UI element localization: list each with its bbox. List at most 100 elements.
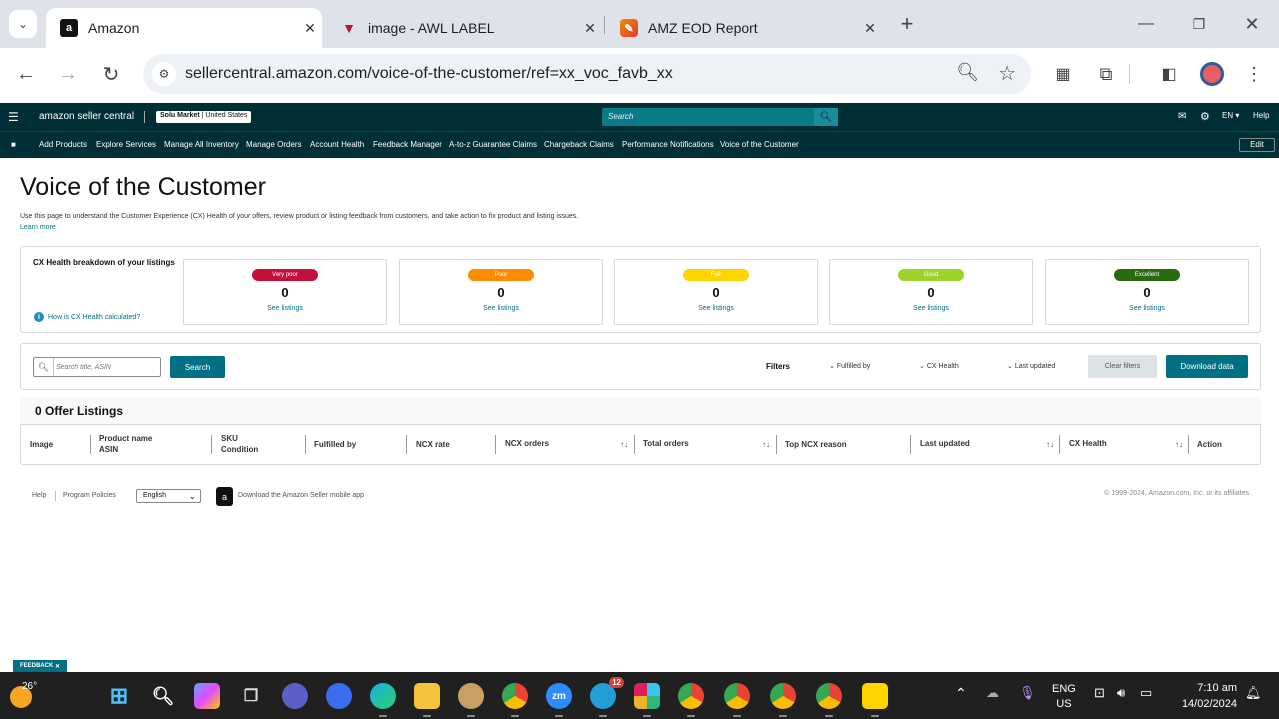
download-data-button[interactable]: Download data: [1166, 355, 1248, 378]
seller-central-logo[interactable]: amazon seller central: [39, 111, 134, 122]
zoom-app-icon[interactable]: zm: [546, 683, 572, 717]
nav-feedback-manager[interactable]: Feedback Manager: [373, 140, 442, 149]
file-explorer-icon[interactable]: [414, 683, 440, 717]
chrome-profile-icon[interactable]: [816, 683, 842, 717]
chrome-profile-icon[interactable]: [724, 683, 750, 717]
settings-gear-icon[interactable]: ⚙: [1200, 110, 1210, 123]
program-policies-link[interactable]: Program Policies: [63, 492, 116, 499]
listing-search-field[interactable]: 🔍︎: [33, 357, 161, 377]
nav-explore-services[interactable]: Explore Services: [96, 140, 156, 149]
cx-health-info-link[interactable]: i How is CX Health calculated?: [34, 312, 140, 322]
qr-code-icon[interactable]: ▦: [1049, 60, 1077, 88]
tray-overflow-icon[interactable]: ⌃: [955, 685, 967, 702]
taskbar-search-icon[interactable]: 🔍︎: [150, 683, 176, 709]
help-link[interactable]: Help: [1253, 111, 1269, 120]
col-last-updated[interactable]: Last updated: [920, 438, 970, 449]
window-close-icon[interactable]: ✕: [1238, 10, 1266, 38]
teams-icon[interactable]: [282, 683, 308, 709]
seller-central-search[interactable]: Search 🔍︎: [602, 108, 838, 126]
minimize-icon[interactable]: —: [1132, 10, 1160, 38]
sort-icon[interactable]: ↑↓: [762, 440, 770, 449]
profile-avatar[interactable]: [1198, 60, 1226, 88]
slack-icon[interactable]: [634, 683, 660, 717]
footer-language-select[interactable]: English ⌄: [136, 489, 201, 503]
battery-icon[interactable]: ▭: [1140, 685, 1152, 701]
network-icon[interactable]: ⊡: [1094, 685, 1105, 701]
col-cx-health[interactable]: CX Health: [1069, 438, 1107, 449]
chrome-icon[interactable]: [502, 683, 528, 717]
forward-icon[interactable]: →: [54, 60, 82, 88]
nav-performance-notifications[interactable]: Performance Notifications: [622, 140, 714, 149]
see-listings-link[interactable]: See listings: [400, 305, 602, 312]
tab-awl-label[interactable]: ▼ image - AWL LABEL ✕: [326, 8, 602, 48]
filter-last-updated[interactable]: ⌄ Last updated: [1007, 362, 1055, 370]
site-info-icon[interactable]: ⚙: [152, 62, 176, 86]
close-tab-icon[interactable]: ✕: [298, 20, 322, 37]
clear-filters-button[interactable]: Clear filters: [1088, 355, 1157, 378]
nav-add-products[interactable]: Add Products: [39, 140, 87, 149]
copilot-icon[interactable]: [194, 683, 220, 709]
col-ncx-orders[interactable]: NCX orders: [505, 438, 549, 449]
search-button[interactable]: Search: [170, 356, 225, 378]
see-listings-link[interactable]: See listings: [615, 305, 817, 312]
close-tab-icon[interactable]: ✕: [578, 20, 602, 37]
tab-amazon[interactable]: a Amazon ✕: [46, 8, 322, 48]
reload-icon[interactable]: ↻: [97, 60, 125, 88]
close-tab-icon[interactable]: ✕: [858, 20, 882, 37]
col-total-orders[interactable]: Total orders: [643, 438, 689, 449]
tab-search-icon[interactable]: ⌄: [9, 10, 37, 38]
feedback-tab[interactable]: FEEDBACK ✕: [13, 660, 67, 672]
chrome-menu-icon[interactable]: ⋮: [1240, 60, 1268, 88]
nav-voice-of-customer[interactable]: Voice of the Customer: [720, 140, 799, 149]
learn-more-link[interactable]: Learn more: [20, 224, 56, 231]
restore-icon[interactable]: ❐: [1185, 10, 1213, 38]
zoom-search-icon[interactable]: 🔍︎: [956, 62, 979, 83]
sort-icon[interactable]: ↑↓: [620, 440, 628, 449]
game-app-icon[interactable]: [458, 683, 484, 717]
side-panel-icon[interactable]: ◧: [1155, 60, 1183, 88]
notification-bell-icon[interactable]: 🔔︎: [1245, 685, 1262, 701]
edge-icon[interactable]: [370, 683, 396, 717]
nav-atoz-claims[interactable]: A-to-z Guarantee Claims: [449, 140, 537, 149]
footer-help-link[interactable]: Help: [32, 492, 46, 499]
url-text[interactable]: sellercentral.amazon.com/voice-of-the-cu…: [185, 65, 673, 83]
volume-icon[interactable]: 🔊︎: [1117, 685, 1125, 701]
sort-icon[interactable]: ↑↓: [1175, 440, 1183, 449]
see-listings-link[interactable]: See listings: [830, 305, 1032, 312]
filter-fulfilled-by[interactable]: ⌄ Fulfilled by: [829, 362, 870, 370]
microphone-icon[interactable]: 🎙︎: [1019, 685, 1036, 701]
see-listings-link[interactable]: See listings: [1046, 305, 1248, 312]
nav-manage-inventory[interactable]: Manage All Inventory: [164, 140, 239, 149]
sticky-notes-icon[interactable]: [862, 683, 888, 717]
hamburger-menu-icon[interactable]: ☰: [8, 110, 19, 124]
mobile-app-icon[interactable]: a: [216, 487, 233, 506]
nav-account-health[interactable]: Account Health: [310, 140, 364, 149]
new-tab-icon[interactable]: +: [893, 10, 921, 38]
extensions-icon[interactable]: ⧉: [1092, 60, 1120, 88]
task-view-icon[interactable]: ❐: [238, 683, 264, 709]
listing-search-input[interactable]: [56, 360, 156, 374]
input-language[interactable]: ENG US: [1052, 682, 1076, 712]
clock[interactable]: 7:10 am 14/02/2024: [1175, 680, 1237, 712]
search-icon[interactable]: 🔍︎: [814, 108, 838, 126]
mobile-app-link[interactable]: Download the Amazon Seller mobile app: [238, 492, 364, 499]
filter-cx-health[interactable]: ⌄ CX Health: [919, 362, 959, 370]
nav-manage-orders[interactable]: Manage Orders: [246, 140, 302, 149]
language-selector[interactable]: EN ▾: [1222, 111, 1239, 120]
tab-amz-eod[interactable]: ✎ AMZ EOD Report ✕: [606, 8, 882, 48]
edit-nav-button[interactable]: Edit: [1239, 138, 1275, 152]
chrome-profile-icon[interactable]: [678, 683, 704, 717]
bookmark-star-icon[interactable]: ☆: [998, 61, 1016, 86]
store-switcher[interactable]: Solu Market | United States: [156, 111, 252, 123]
cloud-icon[interactable]: ☁: [986, 685, 999, 701]
mail-icon[interactable]: ✉: [1178, 111, 1186, 122]
windows-start-icon[interactable]: ⊞: [106, 683, 132, 709]
see-listings-link[interactable]: See listings: [184, 305, 386, 312]
zoom-meeting-icon[interactable]: [326, 683, 352, 709]
telegram-icon[interactable]: 12: [590, 677, 624, 717]
sort-icon[interactable]: ↑↓: [1046, 440, 1054, 449]
back-icon[interactable]: ←: [12, 60, 40, 88]
chrome-profile-icon[interactable]: [770, 683, 796, 717]
nav-chargeback-claims[interactable]: Chargeback Claims: [544, 140, 614, 149]
address-bar[interactable]: ⚙ sellercentral.amazon.com/voice-of-the-…: [143, 54, 1031, 94]
